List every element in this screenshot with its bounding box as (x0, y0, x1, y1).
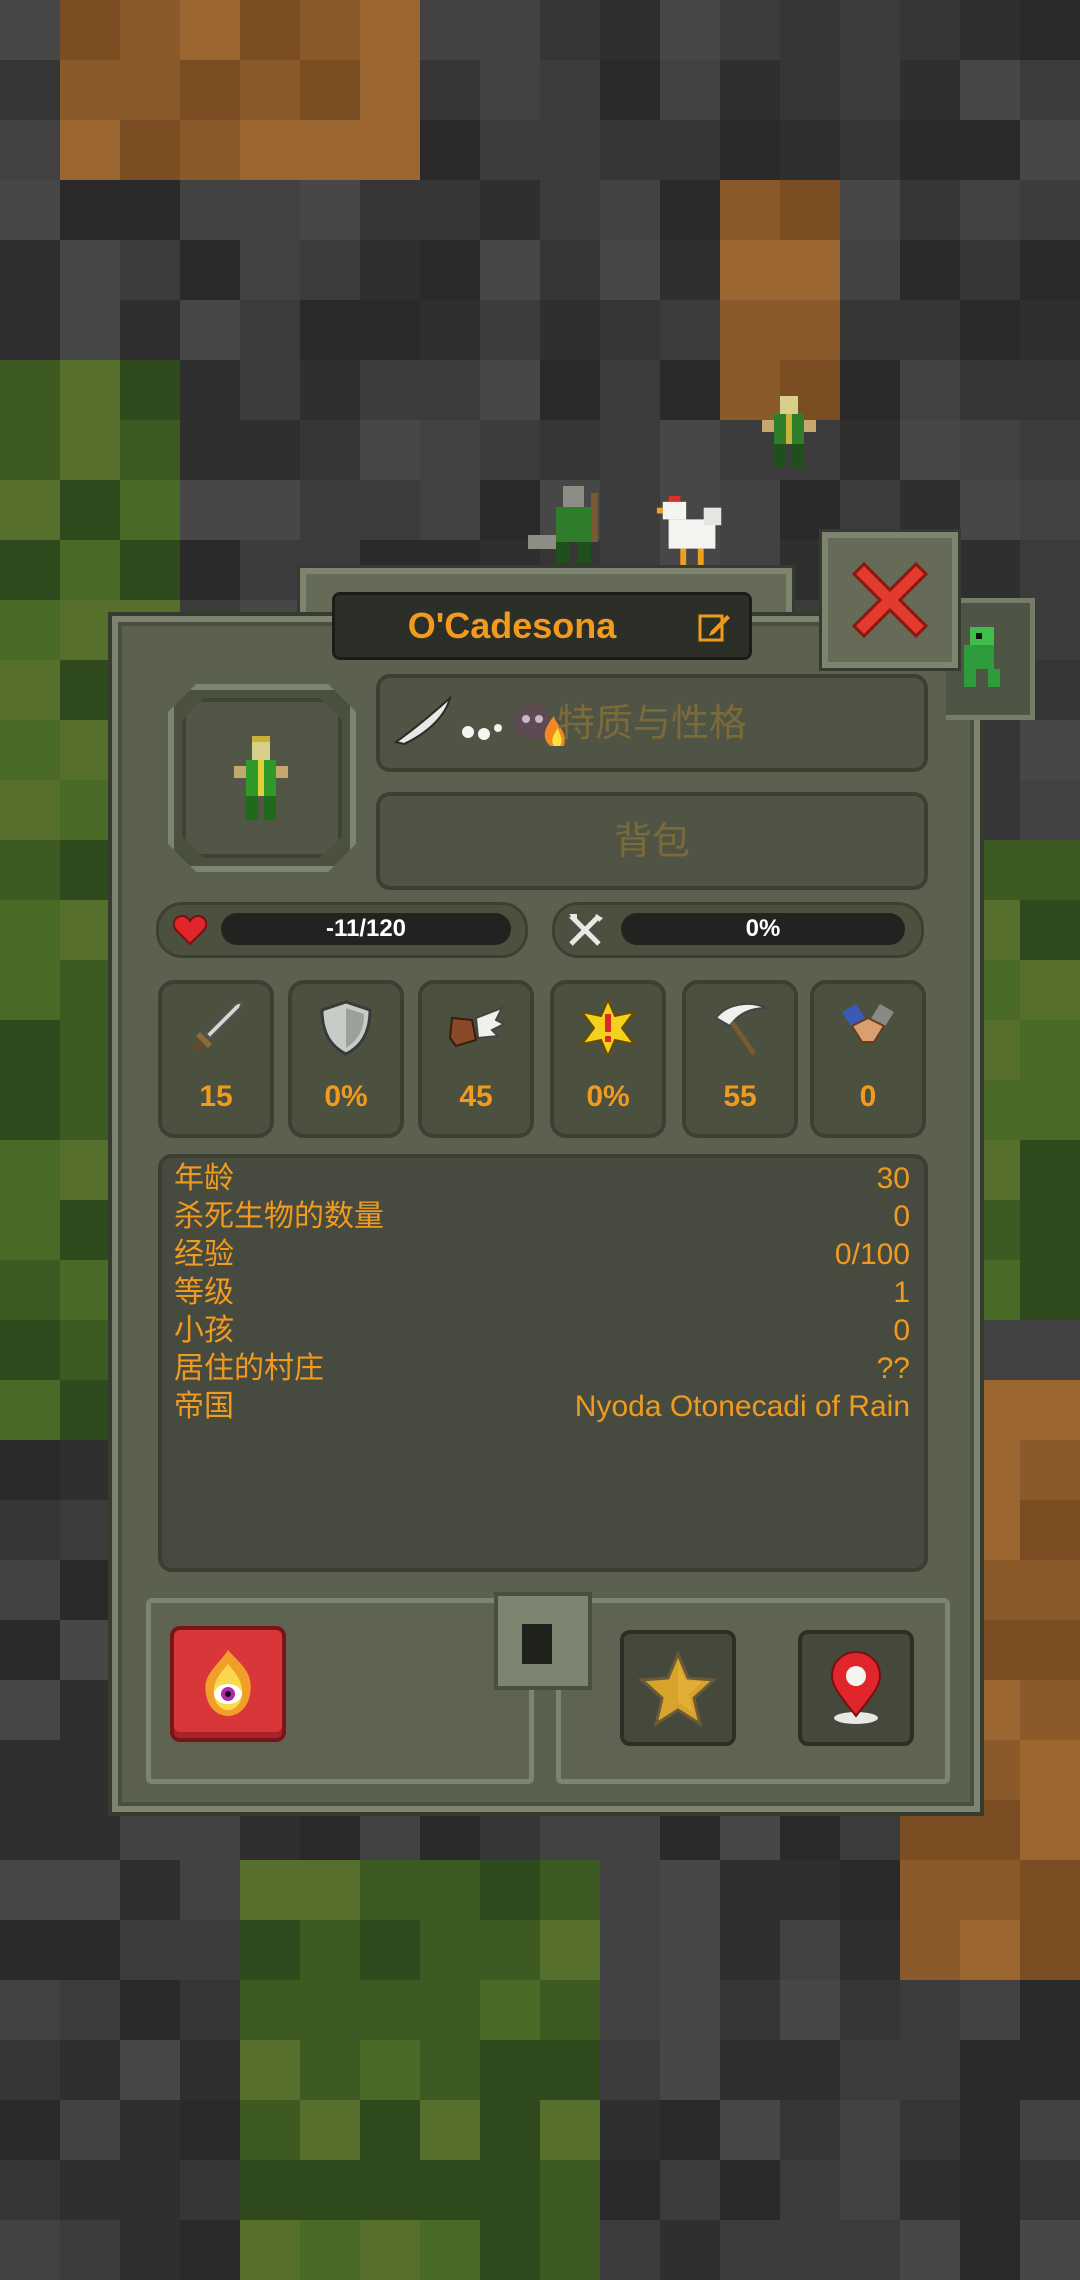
fork-knife-icon (569, 914, 603, 946)
side-unit-tab[interactable] (946, 598, 1035, 720)
info-label: 等级 (174, 1275, 234, 1310)
health-bar: -11/120 (221, 913, 511, 945)
unit-portrait (182, 698, 342, 858)
info-value: 0 (893, 1200, 910, 1233)
health-bar-container: -11/120 (156, 902, 528, 958)
tab-inventory[interactable]: 背包 (376, 792, 928, 890)
stat-damage[interactable]: 15 (158, 980, 274, 1138)
stat-attack-speed[interactable]: 55 (682, 980, 798, 1138)
hunger-bar-container: 0% (552, 902, 924, 958)
favorite-button[interactable] (620, 1630, 736, 1746)
diplomacy-handshake-icon (842, 1004, 894, 1043)
stat-diplomacy[interactable]: 0 (810, 980, 926, 1138)
info-value: 30 (876, 1162, 910, 1195)
close-button[interactable] (822, 532, 958, 668)
warrior-sprite[interactable] (520, 486, 620, 570)
info-row-children: 小孩 0 (174, 1312, 910, 1350)
star-icon (638, 1650, 718, 1728)
info-row-age: 年龄 30 (174, 1160, 910, 1198)
info-label: 小孩 (174, 1313, 234, 1348)
hunger-value: 0% (745, 915, 781, 942)
info-label: 年龄 (174, 1161, 234, 1196)
info-row-village: 居住的村庄 ?? (174, 1350, 910, 1388)
stat-damage-value: 15 (199, 1080, 233, 1113)
unit-info-list: 年龄 30 杀死生物的数量 0 经验 0/100 等级 1 小孩 0 居住的村庄… (158, 1154, 928, 1572)
stat-critical-value: 0% (586, 1080, 630, 1113)
stat-critical[interactable]: 0% (550, 980, 666, 1138)
tab-inventory-label: 背包 (613, 819, 690, 863)
villager-sprite[interactable] (756, 396, 828, 480)
stat-speed-value: 45 (459, 1080, 493, 1113)
fire-eye-power-icon (205, 1650, 251, 1716)
close-x-icon (851, 561, 929, 639)
feather-icon (393, 695, 452, 746)
winged-boot-icon (448, 1006, 506, 1048)
edit-name-icon[interactable] (697, 609, 731, 643)
tab-traits[interactable]: 特质与性格 (376, 674, 928, 772)
tab-traits-label: 特质与性格 (556, 701, 747, 745)
info-row-kills: 杀死生物的数量 0 (174, 1198, 910, 1236)
unit-name-bar[interactable]: O'Cadesona (332, 592, 752, 660)
stat-armor-value: 0% (324, 1080, 368, 1113)
info-row-level: 等级 1 (174, 1274, 910, 1312)
dots-icon (462, 724, 502, 740)
info-label: 杀死生物的数量 (174, 1199, 384, 1234)
curse-power-button[interactable] (170, 1626, 286, 1742)
info-value: 0/100 (834, 1238, 910, 1271)
stat-speed[interactable]: 45 (418, 980, 534, 1138)
notch-slot (522, 1624, 552, 1664)
stat-armor[interactable]: 0% (288, 980, 404, 1138)
unit-name: O'Cadesona (407, 605, 617, 646)
lizard-sprite-icon (964, 627, 1000, 687)
info-value[interactable]: Nyoda Otonecadi of Rain (575, 1388, 910, 1426)
hunger-bar: 0% (621, 913, 905, 945)
critical-star-icon (579, 998, 637, 1058)
heart-icon (173, 914, 207, 946)
unit-portrait-frame (168, 684, 356, 872)
chicken-sprite[interactable] (656, 496, 728, 572)
locate-unit-button[interactable] (798, 1630, 914, 1746)
stat-diplomacy-value: 0 (859, 1080, 877, 1113)
info-label: 帝国 (174, 1389, 234, 1424)
info-value: 0 (893, 1314, 910, 1347)
sword-icon (191, 1000, 244, 1053)
info-label: 居住的村庄 (174, 1351, 324, 1386)
info-label: 经验 (174, 1237, 234, 1272)
info-row-kingdom: 帝国 Nyoda Otonecadi of Rain (174, 1388, 910, 1426)
location-pin-icon (830, 1650, 882, 1724)
info-value: 1 (893, 1276, 910, 1309)
info-value[interactable]: ?? (877, 1350, 910, 1388)
stat-attack-speed-value: 55 (723, 1080, 757, 1113)
health-value: -11/120 (325, 915, 407, 942)
scythe-icon (714, 1002, 767, 1056)
unit-avatar-sprite (222, 736, 306, 826)
shield-icon (320, 1000, 372, 1056)
info-row-experience: 经验 0/100 (174, 1236, 910, 1274)
bottom-divider-notch (494, 1592, 592, 1690)
